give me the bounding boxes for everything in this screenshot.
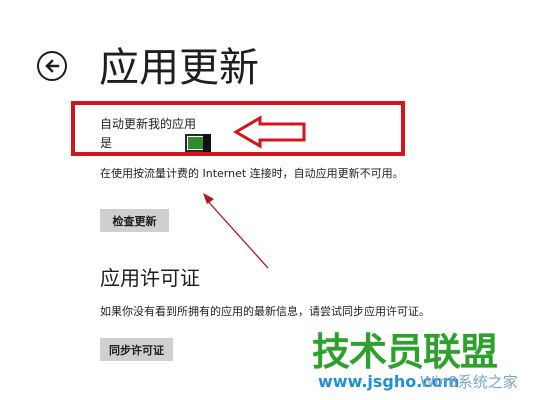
auto-update-label: 自动更新我的应用	[100, 117, 197, 131]
back-button[interactable]	[37, 51, 67, 81]
license-note: 如果你没有看到所拥有的应用的最新信息，请尝试同步应用许可证。	[100, 305, 430, 318]
page-title: 应用更新	[99, 45, 259, 91]
toggle-thumb[interactable]	[203, 134, 211, 152]
watermark-logo-text: 技术员联盟	[312, 330, 498, 374]
license-section-title: 应用许可证	[100, 266, 200, 290]
metered-connection-note: 在使用按流量计费的 Internet 连接时，自动应用更新不可用。	[100, 167, 404, 180]
annotation-arrow-icon	[233, 115, 306, 149]
annotation-pointer-line	[204, 197, 269, 269]
check-updates-button[interactable]: 检查更新	[100, 209, 169, 232]
watermark-site-name: Win8系统之家	[420, 373, 518, 391]
arrow-left-icon	[45, 59, 60, 73]
sync-licenses-button[interactable]: 同步许可证	[100, 338, 173, 361]
annotation-pointer-head	[203, 193, 214, 204]
toggle-state-text: 是	[100, 136, 113, 150]
